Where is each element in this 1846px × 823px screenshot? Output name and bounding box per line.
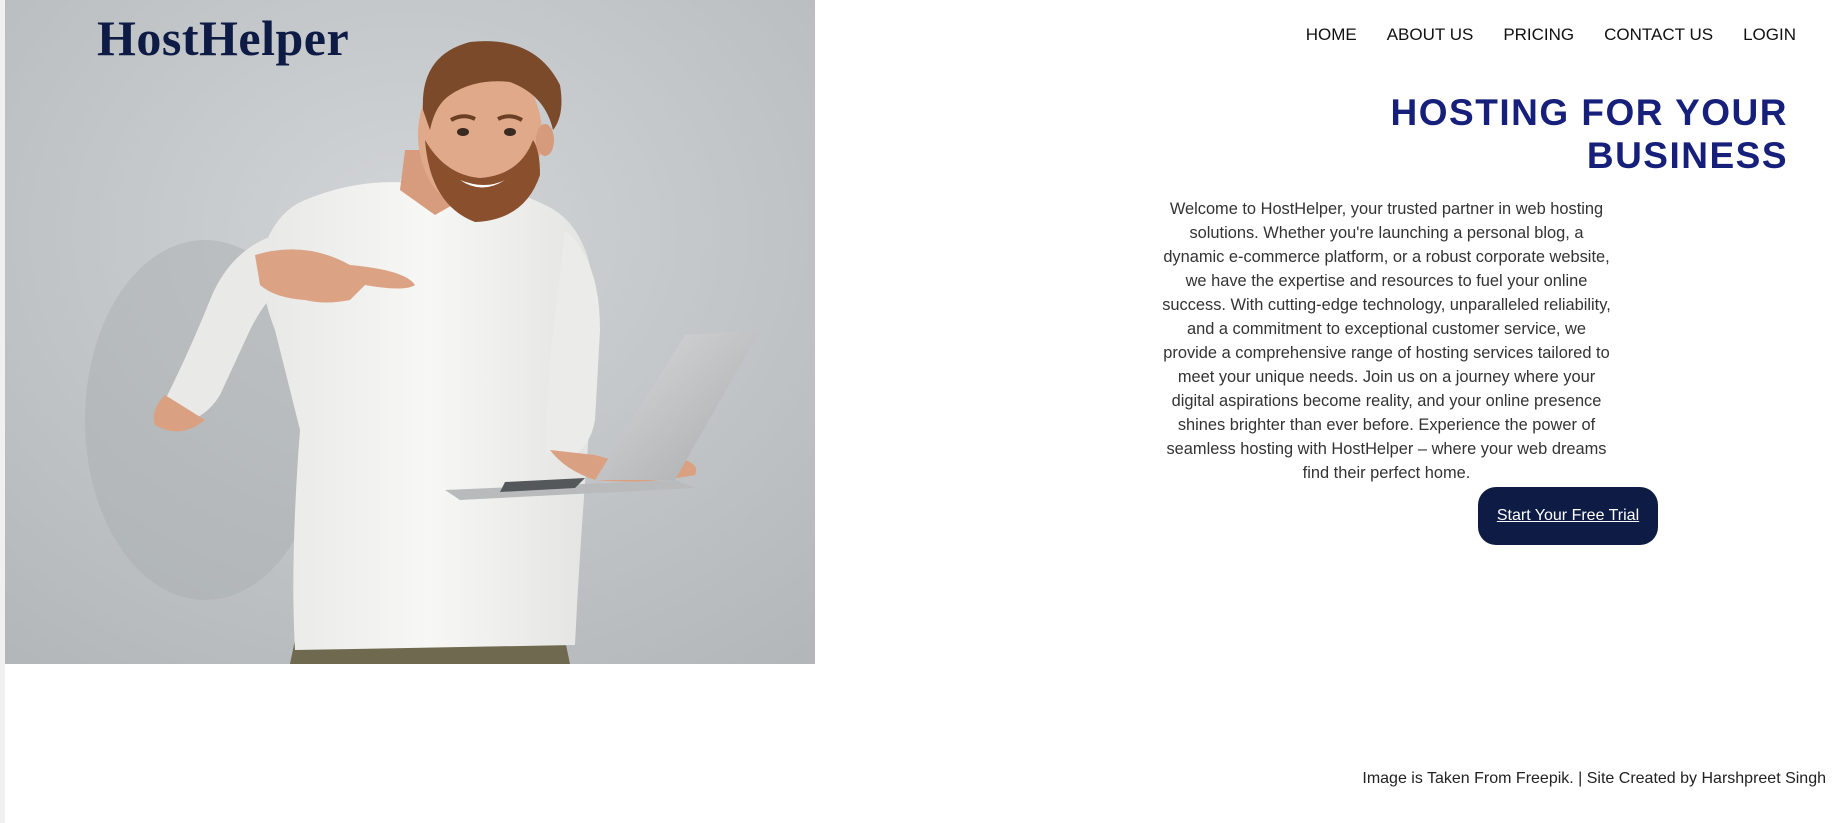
hero-headline-line2: BUSINESS: [1586, 135, 1788, 176]
start-free-trial-button[interactable]: Start Your Free Trial: [1478, 487, 1658, 545]
nav-home-link[interactable]: HOME: [1306, 24, 1357, 46]
hero-intro-text: Welcome to HostHelper, your trusted part…: [1162, 200, 1611, 482]
man-with-laptop-photo-icon: [5, 0, 815, 664]
nav-about-us-link[interactable]: ABOUT US: [1387, 24, 1474, 46]
page: HostHelper HOME ABOUT US PRICING CONTACT…: [0, 0, 1846, 823]
nav-login-link[interactable]: LOGIN: [1743, 24, 1796, 46]
nav-pricing-link[interactable]: PRICING: [1503, 24, 1574, 46]
hero-headline: HOSTING FOR YOUR BUSINESS: [1268, 91, 1788, 177]
nav-contact-us-link[interactable]: CONTACT US: [1604, 24, 1713, 46]
site-logo[interactable]: HostHelper: [97, 8, 349, 68]
main-nav: HOME ABOUT US PRICING CONTACT US LOGIN: [1276, 24, 1796, 46]
hero-photo: HostHelper: [5, 0, 815, 664]
hero-headline-line1: HOSTING FOR YOUR: [1390, 92, 1788, 133]
footer-credit: Image is Taken From Freepik. | Site Crea…: [1362, 770, 1826, 787]
